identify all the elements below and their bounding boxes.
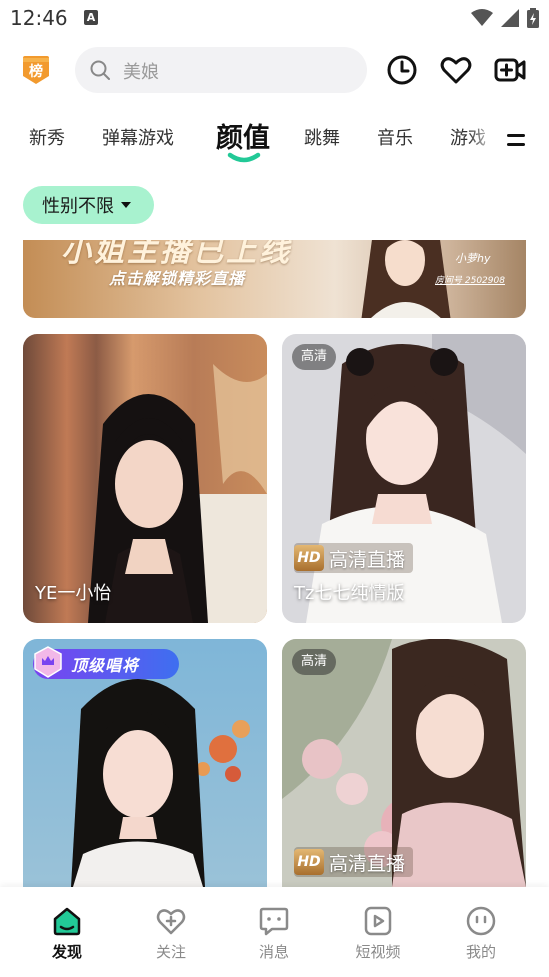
hd-icon: HD — [294, 849, 324, 875]
stream-card[interactable]: 高清 HD 高清直播 Tz七七纯情版 — [282, 334, 526, 623]
hd-live-tag: HD 高清直播 — [294, 847, 414, 877]
ranking-badge-text: 榜 — [29, 63, 43, 80]
nav-label: 短视频 — [355, 943, 401, 961]
hd-live-tag: HD 高清直播 — [294, 543, 414, 573]
chevron-down-icon — [121, 202, 131, 208]
hd-live-label: 高清直播 — [329, 548, 406, 571]
hd-badge: 高清 — [292, 344, 337, 370]
nav-label: 我的 — [465, 943, 496, 961]
ranking-badge-icon[interactable]: 榜 — [20, 54, 52, 86]
stream-title: Tz七七纯情版 — [294, 583, 405, 604]
nav-messages[interactable]: 消息 — [234, 905, 314, 962]
battery-icon — [527, 8, 539, 28]
wifi-icon — [471, 9, 493, 26]
tab-music[interactable]: 音乐 — [377, 124, 413, 150]
stream-card[interactable]: 高清 HD 高清直播 — [282, 639, 526, 887]
tab-danmu-games[interactable]: 弹幕游戏 — [102, 124, 174, 150]
message-icon — [259, 907, 289, 936]
active-tab-indicator — [227, 152, 261, 163]
signal-icon — [501, 9, 519, 27]
nav-label: 关注 — [155, 943, 186, 961]
profile-icon — [466, 906, 496, 936]
status-time: 12:46 — [10, 6, 68, 30]
top-header: 榜 美娘 — [0, 40, 549, 100]
hd-badge: 高清 — [292, 649, 337, 675]
tab-yanzhi[interactable]: 颜值 — [216, 116, 270, 155]
nav-label: 发现 — [51, 943, 82, 961]
nav-follow[interactable]: 关注 — [131, 905, 211, 962]
hd-live-label: 高清直播 — [329, 852, 406, 875]
tab-dance[interactable]: 跳舞 — [304, 124, 340, 150]
top-singer-badge: 顶级唱将 — [33, 646, 179, 679]
gender-filter-label: 性别不限 — [42, 196, 114, 217]
hd-icon: HD — [294, 545, 324, 571]
history-icon[interactable] — [386, 54, 418, 86]
crown-crest-icon — [34, 646, 62, 678]
promo-banner[interactable]: 小姐主播已上线 点击解锁精彩直播 小萝hy 房间号 2502908 — [23, 240, 526, 318]
home-icon — [53, 907, 81, 936]
start-live-camera-icon[interactable] — [494, 54, 526, 86]
gender-filter-chip[interactable]: 性别不限 — [23, 186, 154, 224]
banner-subtitle: 点击解锁精彩直播 — [109, 269, 246, 288]
favorites-heart-icon[interactable] — [440, 54, 472, 86]
status-bar: 12:46 A — [0, 0, 549, 38]
stream-title: YE一小怡 — [35, 583, 112, 604]
heart-plus-icon — [156, 909, 186, 935]
search-icon — [90, 60, 110, 80]
nav-short-video[interactable]: 短视频 — [338, 905, 418, 962]
notification-icon: A — [84, 10, 98, 25]
search-placeholder: 美娘 — [123, 62, 159, 83]
banner-room-number: 房间号 2502908 — [435, 276, 505, 286]
nav-discover[interactable]: 发现 — [27, 905, 107, 962]
stream-card[interactable]: YE一小怡 — [23, 334, 267, 623]
search-bar[interactable]: 美娘 — [75, 47, 367, 93]
tab-menu-icon[interactable] — [504, 129, 528, 153]
nav-label: 消息 — [258, 943, 289, 961]
tabs-fade — [468, 112, 498, 168]
banner-streamer-name: 小萝hy — [455, 252, 491, 265]
video-play-icon — [364, 906, 392, 936]
stream-card[interactable]: 顶级唱将 — [23, 639, 267, 887]
category-tabs: 新秀 弹幕游戏 颜值 跳舞 音乐 游戏 — [0, 112, 549, 168]
top-singer-label: 顶级唱将 — [71, 656, 140, 675]
bottom-navigation: 发现 关注 消息 短视频 我的 — [0, 887, 549, 977]
tab-xinxiu[interactable]: 新秀 — [29, 124, 65, 150]
status-icons — [471, 8, 539, 28]
nav-profile[interactable]: 我的 — [441, 905, 521, 962]
